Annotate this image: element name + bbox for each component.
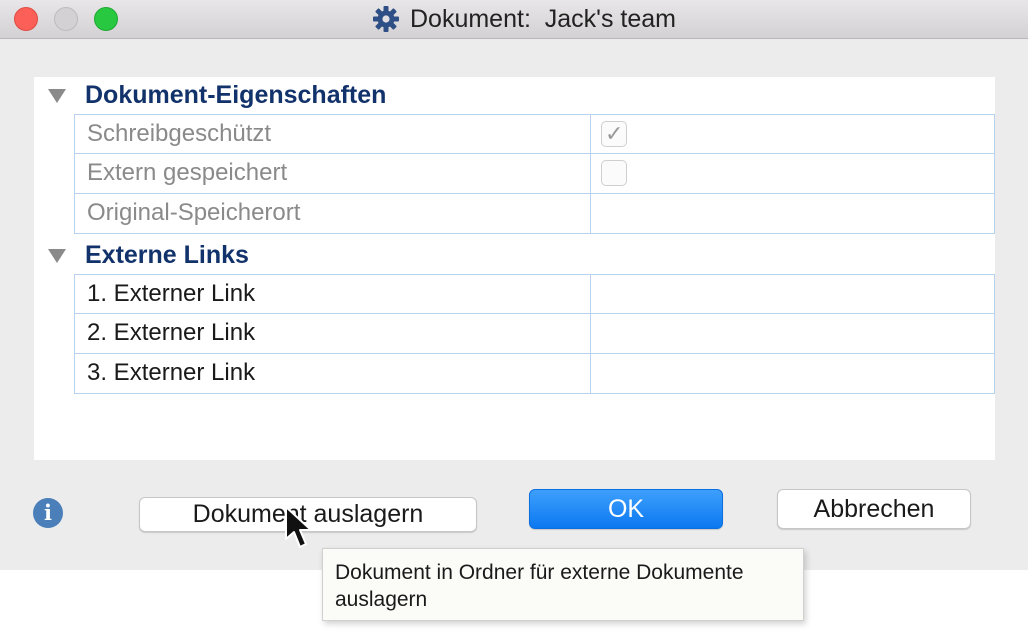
info-icon[interactable]: i [33,498,63,528]
window-title: Dokument: Jack's team [410,4,676,33]
ok-button[interactable]: OK [529,489,723,529]
original-location-value [591,194,994,233]
external-link-value[interactable] [591,314,994,353]
read-only-checkbox[interactable]: ✓ [601,121,627,147]
external-link-value[interactable] [591,354,994,393]
checkmark-icon: ✓ [605,121,624,146]
external-link-label: 3. Externer Link [75,354,591,393]
property-label: Extern gespeichert [75,154,591,193]
external-link-row-1: 1. Externer Link [74,274,995,314]
document-dialog: Dokument: Jack's team Dokument-Eigenscha… [0,0,1028,570]
section-header-document-properties[interactable]: Dokument-Eigenschaften [34,77,995,113]
external-link-row-2: 2. Externer Link [74,314,995,354]
tooltip: Dokument in Ordner für externe Dokumente… [322,548,804,621]
stored-externally-checkbox[interactable] [601,160,627,186]
title-bar[interactable]: Dokument: Jack's team [0,0,1028,39]
section-title: Dokument-Eigenschaften [85,81,387,109]
gear-icon [373,6,399,32]
property-value-cell: ✓ [591,115,994,153]
external-link-row-3: 3. Externer Link [74,354,995,394]
document-properties-grid: Schreibgeschützt ✓ Extern gespeichert Or… [74,114,995,234]
property-value-cell [591,154,994,193]
section-header-external-links[interactable]: Externe Links [34,237,995,273]
external-link-label: 1. Externer Link [75,275,591,313]
property-row-stored-externally: Extern gespeichert [74,154,995,194]
disclosure-triangle-icon[interactable] [48,249,66,263]
property-row-read-only: Schreibgeschützt ✓ [74,114,995,154]
section-title: Externe Links [85,241,249,269]
properties-panel: Dokument-Eigenschaften Schreibgeschützt … [34,77,995,460]
disclosure-triangle-icon[interactable] [48,89,66,103]
external-link-label: 2. Externer Link [75,314,591,353]
property-row-original-location: Original-Speicherort [74,194,995,234]
property-label: Original-Speicherort [75,194,591,233]
external-link-value[interactable] [591,275,994,313]
external-links-grid: 1. Externer Link 2. Externer Link 3. Ext… [74,274,995,394]
window-title-group: Dokument: Jack's team [0,0,1028,38]
mouse-pointer-icon [285,506,312,548]
property-label: Schreibgeschützt [75,115,591,153]
cancel-button[interactable]: Abbrechen [777,489,971,529]
